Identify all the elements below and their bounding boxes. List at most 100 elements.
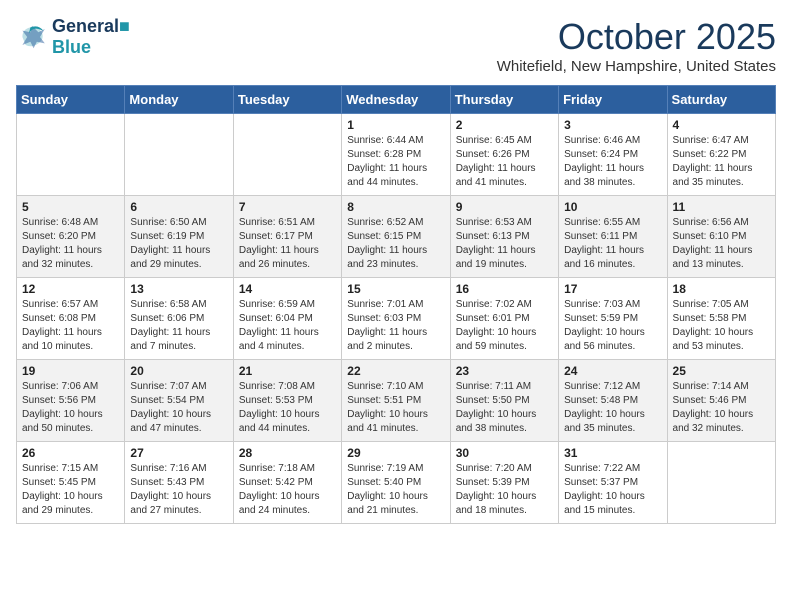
- calendar-cell: 22Sunrise: 7:10 AM Sunset: 5:51 PM Dayli…: [342, 360, 450, 442]
- day-detail: Sunrise: 6:46 AM Sunset: 6:24 PM Dayligh…: [564, 134, 661, 190]
- day-detail: Sunrise: 6:56 AM Sunset: 6:10 PM Dayligh…: [673, 216, 770, 272]
- day-detail: Sunrise: 6:51 AM Sunset: 6:17 PM Dayligh…: [239, 216, 336, 272]
- calendar-cell: 19 Sunrise: 7:06 AM Sunset: 5:56 PM Dayli…: [17, 360, 125, 442]
- day-number: 18: [673, 282, 770, 296]
- day-detail: Sunrise: 7:06 AM Sunset: 5:56 PM Dayligh…: [22, 380, 119, 436]
- calendar-cell: 25 Sunrise: 7:14 AM Sunset: 5:46 PM Dayli…: [667, 360, 775, 442]
- day-number: 24: [564, 364, 661, 378]
- calendar-cell: 4 Sunrise: 6:47 AM Sunset: 6:22 PM Daylig…: [667, 114, 775, 196]
- day-number: 29: [347, 446, 444, 460]
- calendar-cell: 21 Sunrise: 7:08 AM Sunset: 5:53 PM Dayli…: [233, 360, 341, 442]
- day-number: 15: [347, 282, 444, 296]
- calendar-cell: 8 Sunrise: 6:52 AM Sunset: 6:15 PM Daylig…: [342, 196, 450, 278]
- calendar-cell: 12 Sunrise: 6:57 AM Sunset: 6:08 PM Dayli…: [17, 278, 125, 360]
- day-number: 22: [347, 364, 444, 378]
- day-detail: Sunrise: 6:53 AM Sunset: 6:13 PM Dayligh…: [456, 216, 553, 272]
- calendar-cell: 24 Sunrise: 7:12 AM Sunset: 5:48 PM Dayli…: [559, 360, 667, 442]
- calendar-cell: 31 Sunrise: 7:22 AM Sunset: 5:37 PM Dayli…: [559, 442, 667, 524]
- calendar-cell: 20 Sunrise: 7:07 AM Sunset: 5:54 PM Dayli…: [125, 360, 233, 442]
- weekday-header-monday: Monday: [125, 86, 233, 114]
- day-detail: Sunrise: 7:14 AM Sunset: 5:46 PM Dayligh…: [673, 380, 770, 436]
- day-detail: Sunrise: 7:16 AM Sunset: 5:43 PM Dayligh…: [130, 462, 227, 518]
- day-detail: Sunrise: 6:52 AM Sunset: 6:15 PM Dayligh…: [347, 216, 444, 272]
- calendar-week-3: 12 Sunrise: 6:57 AM Sunset: 6:08 PM Dayli…: [17, 278, 776, 360]
- day-detail: Sunrise: 7:18 AM Sunset: 5:42 PM Dayligh…: [239, 462, 336, 518]
- calendar-cell: 1 Sunrise: 6:44 AM Sunset: 6:28 PM Daylig…: [342, 114, 450, 196]
- day-number: 31: [564, 446, 661, 460]
- weekday-header-friday: Friday: [559, 86, 667, 114]
- month-title: October 2025: [497, 16, 776, 58]
- calendar-cell: 26Sunrise: 7:15 AM Sunset: 5:45 PM Dayli…: [17, 442, 125, 524]
- weekday-header-row: SundayMondayTuesdayWednesdayThursdayFrid…: [17, 86, 776, 114]
- day-number: 10: [564, 200, 661, 214]
- calendar-table: SundayMondayTuesdayWednesdayThursdayFrid…: [16, 85, 776, 524]
- day-number: 1: [347, 118, 444, 132]
- calendar-cell: 9 Sunrise: 6:53 AM Sunset: 6:13 PM Daylig…: [450, 196, 558, 278]
- calendar-cell: 17Sunrise: 7:03 AM Sunset: 5:59 PM Dayli…: [559, 278, 667, 360]
- calendar-week-1: 1 Sunrise: 6:44 AM Sunset: 6:28 PM Daylig…: [17, 114, 776, 196]
- day-detail: Sunrise: 7:07 AM Sunset: 5:54 PM Dayligh…: [130, 380, 227, 436]
- calendar-cell: 14Sunrise: 6:59 AM Sunset: 6:04 PM Dayli…: [233, 278, 341, 360]
- day-detail: Sunrise: 7:20 AM Sunset: 5:39 PM Dayligh…: [456, 462, 553, 518]
- calendar-week-5: 26Sunrise: 7:15 AM Sunset: 5:45 PM Dayli…: [17, 442, 776, 524]
- day-detail: Sunrise: 7:15 AM Sunset: 5:45 PM Dayligh…: [22, 462, 119, 518]
- day-number: 21: [239, 364, 336, 378]
- calendar-cell: 27 Sunrise: 7:16 AM Sunset: 5:43 PM Dayli…: [125, 442, 233, 524]
- logo: General■ Blue: [16, 16, 130, 58]
- day-number: 11: [673, 200, 770, 214]
- title-block: October 2025 Whitefield, New Hampshire, …: [497, 16, 776, 75]
- day-detail: Sunrise: 6:57 AM Sunset: 6:08 PM Dayligh…: [22, 298, 119, 354]
- day-detail: Sunrise: 6:58 AM Sunset: 6:06 PM Dayligh…: [130, 298, 227, 354]
- calendar-cell: 2 Sunrise: 6:45 AM Sunset: 6:26 PM Daylig…: [450, 114, 558, 196]
- weekday-header-wednesday: Wednesday: [342, 86, 450, 114]
- calendar-cell: 11 Sunrise: 6:56 AM Sunset: 6:10 PM Dayli…: [667, 196, 775, 278]
- calendar-cell: [125, 114, 233, 196]
- calendar-cell: 7 Sunrise: 6:51 AM Sunset: 6:17 PM Daylig…: [233, 196, 341, 278]
- day-detail: Sunrise: 7:12 AM Sunset: 5:48 PM Dayligh…: [564, 380, 661, 436]
- weekday-header-thursday: Thursday: [450, 86, 558, 114]
- calendar-cell: 23 Sunrise: 7:11 AM Sunset: 5:50 PM Dayli…: [450, 360, 558, 442]
- day-detail: Sunrise: 7:11 AM Sunset: 5:50 PM Dayligh…: [456, 380, 553, 436]
- day-number: 12: [22, 282, 119, 296]
- day-detail: Sunrise: 7:19 AM Sunset: 5:40 PM Dayligh…: [347, 462, 444, 518]
- day-number: 8: [347, 200, 444, 214]
- day-number: 30: [456, 446, 553, 460]
- calendar-cell: 18 Sunrise: 7:05 AM Sunset: 5:58 PM Dayli…: [667, 278, 775, 360]
- day-number: 2: [456, 118, 553, 132]
- calendar-cell: [233, 114, 341, 196]
- day-number: 9: [456, 200, 553, 214]
- logo-icon: [16, 21, 48, 53]
- day-detail: Sunrise: 6:55 AM Sunset: 6:11 PM Dayligh…: [564, 216, 661, 272]
- calendar-cell: 13Sunrise: 6:58 AM Sunset: 6:06 PM Dayli…: [125, 278, 233, 360]
- calendar-cell: [667, 442, 775, 524]
- day-number: 14: [239, 282, 336, 296]
- calendar-cell: 15 Sunrise: 7:01 AM Sunset: 6:03 PM Dayli…: [342, 278, 450, 360]
- location: Whitefield, New Hampshire, United States: [497, 58, 776, 75]
- page-header: General■ Blue October 2025 Whitefield, N…: [16, 16, 776, 75]
- day-number: 5: [22, 200, 119, 214]
- day-number: 25: [673, 364, 770, 378]
- calendar-cell: 5Sunrise: 6:48 AM Sunset: 6:20 PM Daylig…: [17, 196, 125, 278]
- calendar-cell: 28Sunrise: 7:18 AM Sunset: 5:42 PM Dayli…: [233, 442, 341, 524]
- logo-text: General■ Blue: [52, 16, 130, 58]
- day-detail: Sunrise: 7:05 AM Sunset: 5:58 PM Dayligh…: [673, 298, 770, 354]
- day-number: 20: [130, 364, 227, 378]
- day-number: 16: [456, 282, 553, 296]
- day-detail: Sunrise: 7:08 AM Sunset: 5:53 PM Dayligh…: [239, 380, 336, 436]
- day-detail: Sunrise: 7:03 AM Sunset: 5:59 PM Dayligh…: [564, 298, 661, 354]
- day-number: 4: [673, 118, 770, 132]
- day-detail: Sunrise: 7:02 AM Sunset: 6:01 PM Dayligh…: [456, 298, 553, 354]
- calendar-week-4: 19 Sunrise: 7:06 AM Sunset: 5:56 PM Dayli…: [17, 360, 776, 442]
- day-detail: Sunrise: 6:50 AM Sunset: 6:19 PM Dayligh…: [130, 216, 227, 272]
- day-number: 7: [239, 200, 336, 214]
- day-detail: Sunrise: 6:44 AM Sunset: 6:28 PM Dayligh…: [347, 134, 444, 190]
- day-number: 27: [130, 446, 227, 460]
- day-detail: Sunrise: 7:22 AM Sunset: 5:37 PM Dayligh…: [564, 462, 661, 518]
- day-number: 23: [456, 364, 553, 378]
- day-detail: Sunrise: 6:45 AM Sunset: 6:26 PM Dayligh…: [456, 134, 553, 190]
- calendar-cell: 3Sunrise: 6:46 AM Sunset: 6:24 PM Daylig…: [559, 114, 667, 196]
- calendar-cell: [17, 114, 125, 196]
- day-detail: Sunrise: 7:01 AM Sunset: 6:03 PM Dayligh…: [347, 298, 444, 354]
- day-detail: Sunrise: 6:47 AM Sunset: 6:22 PM Dayligh…: [673, 134, 770, 190]
- day-number: 19: [22, 364, 119, 378]
